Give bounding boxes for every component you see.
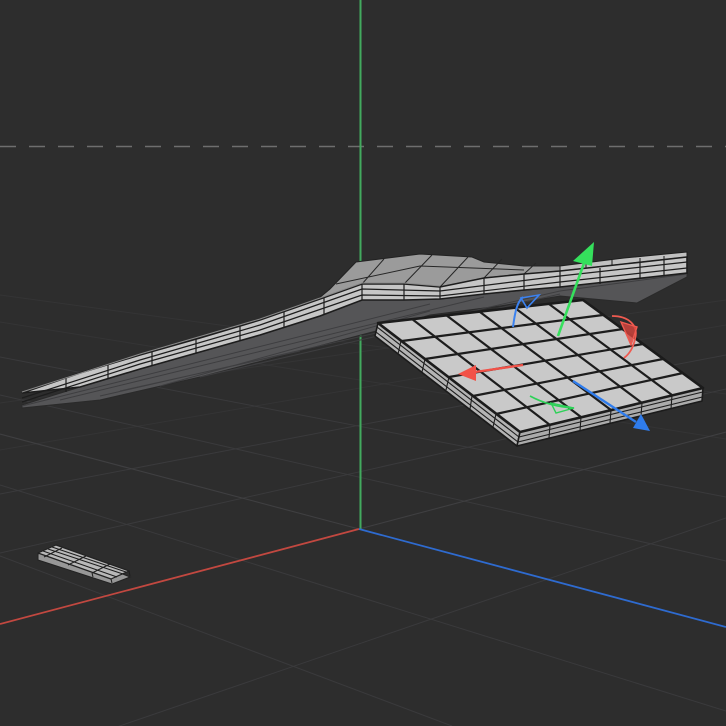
viewport-canvas[interactable] [0,0,726,726]
